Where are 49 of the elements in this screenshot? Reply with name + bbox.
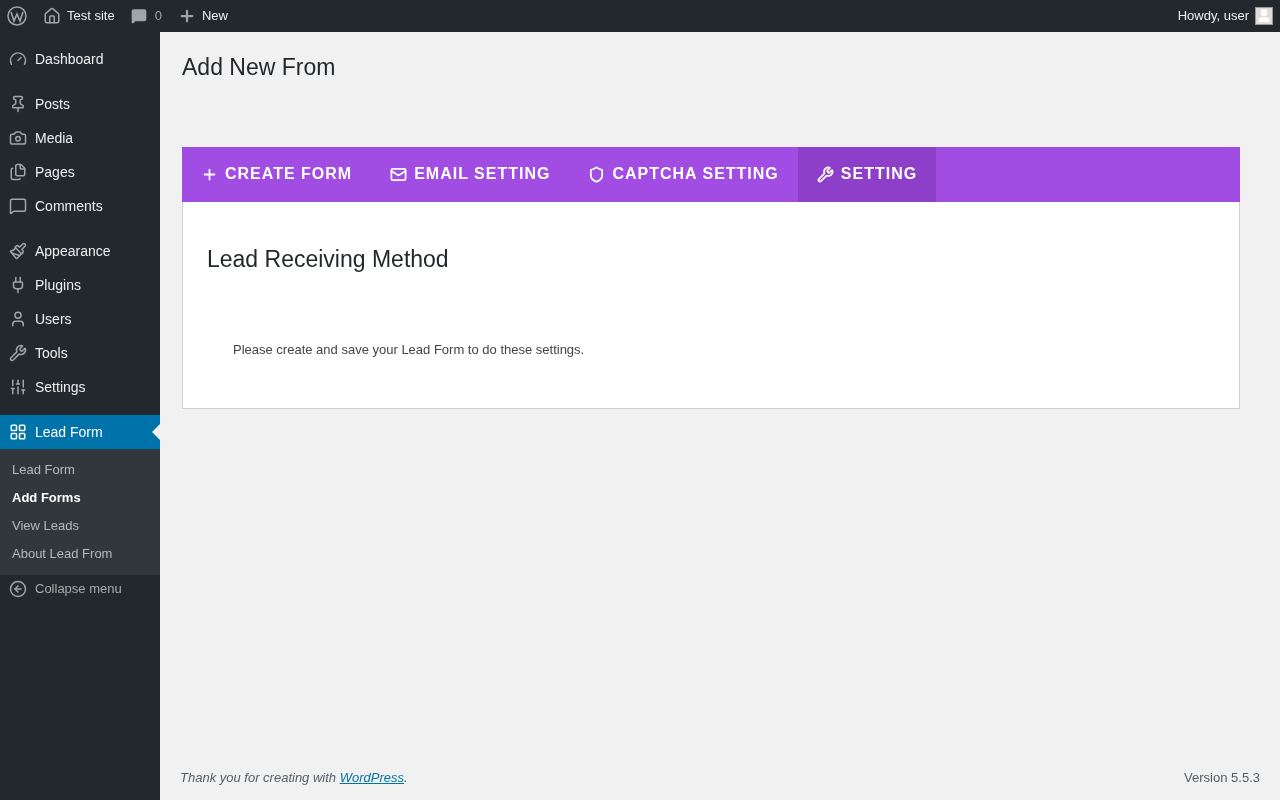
tab[interactable]: CAPTCHA SETTING (569, 146, 798, 202)
wordpress-logo-icon[interactable] (7, 6, 27, 26)
camera-icon (9, 129, 27, 147)
site-link[interactable]: Test site (43, 6, 115, 26)
menu-item[interactable]: Media (0, 121, 160, 155)
tab[interactable]: SETTING (797, 146, 937, 202)
avatar-icon[interactable] (1255, 7, 1273, 25)
menu-item[interactable]: Posts (0, 87, 160, 121)
collapse-menu-button[interactable]: Collapse menu (0, 572, 160, 606)
shield-icon (588, 165, 606, 183)
user-icon (9, 310, 27, 328)
submenu-item[interactable]: About Lead From (0, 540, 160, 568)
plugin-logo-icon (9, 423, 27, 441)
speech-bubble-icon (130, 8, 147, 24)
home-icon (43, 7, 61, 25)
menu-item[interactable]: Comments (0, 189, 160, 223)
menu-item[interactable]: Lead Form (0, 415, 160, 449)
panel-message: Please create and save your Lead Form to do these settings. (233, 341, 586, 359)
envelope-icon (390, 165, 408, 183)
speech-bubble-icon (9, 197, 27, 215)
new-link[interactable]: New (177, 6, 228, 26)
panel-heading: Lead Receiving Method (207, 244, 450, 274)
submenu-item[interactable]: Lead Form (0, 456, 160, 484)
menu-item[interactable]: Users (0, 302, 160, 336)
tab[interactable]: CREATE FORM (182, 146, 372, 202)
wrench-icon (816, 165, 834, 183)
collapse-icon (9, 580, 27, 598)
pin-icon (9, 95, 27, 113)
menu-item[interactable]: Plugins (0, 268, 160, 302)
page-title: Add New From (182, 53, 336, 82)
menu-item[interactable]: Appearance (0, 234, 160, 268)
submenu-item[interactable]: View Leads (0, 512, 160, 540)
menu-item[interactable]: Pages (0, 155, 160, 189)
menu-item[interactable]: Dashboard (0, 42, 160, 76)
current-arrow-icon (152, 424, 160, 440)
pages-icon (9, 163, 27, 181)
menu-item[interactable]: Tools (0, 336, 160, 370)
menu-item[interactable]: Settings (0, 370, 160, 404)
footer-credit: Thank you for creating with WordPress. (180, 768, 408, 787)
comments-link[interactable]: 0 (130, 6, 162, 26)
wrench-icon (9, 344, 27, 362)
gauge-icon (9, 50, 27, 68)
sliders-icon (9, 378, 27, 396)
greeting-link[interactable]: Howdy, user (1177, 6, 1249, 26)
version-text: Version 5.5.3 (1184, 768, 1260, 787)
wordpress-link[interactable]: WordPress (339, 769, 404, 785)
tab[interactable]: EMAIL SETTING (371, 146, 570, 202)
submenu-item[interactable]: Add Forms (0, 484, 160, 512)
paintbrush-icon (9, 242, 27, 260)
